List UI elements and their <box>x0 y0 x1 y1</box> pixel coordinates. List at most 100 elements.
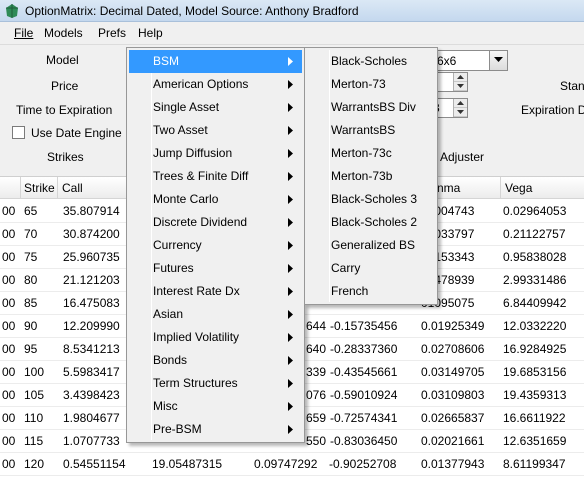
strikes-label: Strikes <box>47 150 84 164</box>
bsm-submenu-item-black-scholes-2[interactable]: Black-Scholes 2 <box>307 211 435 234</box>
models-menu-item-bonds[interactable]: Bonds <box>129 349 302 372</box>
bsm-submenu: Black-Scholes Merton-73 WarrantsBS Div Warr… <box>304 47 438 305</box>
models-menu-item-jump-diffusion[interactable]: Jump Diffusion <box>129 142 302 165</box>
row-prefix: 00 <box>2 365 16 379</box>
bsm-submenu-item-warrantsbs-div[interactable]: WarrantsBS Div <box>307 96 435 119</box>
menu-models[interactable]: Models <box>38 22 89 45</box>
bsm-submenu-item-label: Black-Scholes 2 <box>331 215 418 229</box>
row-call: 25.960735 <box>63 250 120 264</box>
models-menu-item-label: BSM <box>153 54 180 68</box>
bsm-submenu-item-merton-73b[interactable]: Merton-73b <box>307 165 435 188</box>
bsm-submenu-item-label: Black-Scholes 3 <box>331 192 418 206</box>
bsm-submenu-item-carry[interactable]: Carry <box>307 257 435 280</box>
models-menu-item-bsm[interactable]: BSM <box>129 50 302 73</box>
row-greek: 644 <box>306 319 327 333</box>
models-menu-item-label: Discrete Dividend <box>153 215 248 229</box>
bsm-submenu-item-label: Black-Scholes <box>331 54 408 68</box>
row-d2: 0.09747292 <box>254 457 318 471</box>
row-strike: 95 <box>24 342 38 356</box>
col-call[interactable]: Call <box>62 181 83 195</box>
bsm-submenu-item-black-scholes[interactable]: Black-Scholes <box>307 50 435 73</box>
models-menu-item-label: American Options <box>153 77 249 91</box>
models-menu-item-currency[interactable]: Currency <box>129 234 302 257</box>
row-prefix: 00 <box>2 411 16 425</box>
row-gamma: 0.02021661 <box>421 434 485 448</box>
chevron-right-icon <box>288 264 293 273</box>
chevron-down-icon[interactable] <box>489 51 507 70</box>
chevron-right-icon <box>288 379 293 388</box>
bsm-submenu-item-label: Merton-73c <box>331 146 392 160</box>
menu-file[interactable]: File <box>8 22 39 45</box>
models-menu-item-monte-carlo[interactable]: Monte Carlo <box>129 188 302 211</box>
bsm-submenu-item-label: Merton-73b <box>331 169 393 183</box>
chevron-right-icon <box>288 218 293 227</box>
table-row[interactable]: 00 120 0.54551154 19.05487315 0.09747292 -0.9… <box>0 453 584 476</box>
row-delta: -0.83036450 <box>330 434 398 448</box>
models-menu-item-american-options[interactable]: American Options <box>129 73 302 96</box>
row-prefix: 00 <box>2 273 16 287</box>
chevron-right-icon <box>288 241 293 250</box>
title-bar: OptionMatrix: Decimal Dated, Model Sourc… <box>0 0 584 22</box>
models-menu-item-discrete-dividend[interactable]: Discrete Dividend <box>129 211 302 234</box>
bsm-submenu-item-black-scholes-3[interactable]: Black-Scholes 3 <box>307 188 435 211</box>
row-gamma: 0.02708606 <box>421 342 485 356</box>
bsm-submenu-item-generalized-bs[interactable]: Generalized BS <box>307 234 435 257</box>
bsm-submenu-item-warrantsbs[interactable]: WarrantsBS <box>307 119 435 142</box>
chevron-right-icon <box>288 310 293 319</box>
spinner-arrows[interactable] <box>453 73 467 91</box>
use-date-engine-checkbox[interactable] <box>12 126 25 139</box>
bsm-submenu-item-label: WarrantsBS <box>331 123 396 137</box>
row-strike: 70 <box>24 227 38 241</box>
models-menu-item-term-structures[interactable]: Term Structures <box>129 372 302 395</box>
bsm-submenu-item-merton-73[interactable]: Merton-73 <box>307 73 435 96</box>
row-call: 8.5341213 <box>63 342 120 356</box>
bsm-submenu-item-french[interactable]: French <box>307 280 435 303</box>
models-menu-item-trees-finite-diff[interactable]: Trees & Finite Diff <box>129 165 302 188</box>
models-menu-item-implied-volatility[interactable]: Implied Volatility <box>129 326 302 349</box>
models-menu-item-single-asset[interactable]: Single Asset <box>129 96 302 119</box>
app-icon <box>6 4 18 18</box>
bsm-submenu-item-label: Merton-73 <box>331 77 386 91</box>
models-menu-item-misc[interactable]: Misc <box>129 395 302 418</box>
row-greek: 339 <box>306 365 327 379</box>
spinner-arrows[interactable] <box>453 99 467 117</box>
row-prefix: 00 <box>2 319 16 333</box>
row-prefix: 00 <box>2 388 16 402</box>
window-title: OptionMatrix: Decimal Dated, Model Sourc… <box>25 4 359 18</box>
row-call: 12.209990 <box>63 319 120 333</box>
row-call: 21.121203 <box>63 273 120 287</box>
row-gamma: 0.01377943 <box>421 457 485 471</box>
models-menu-item-interest-rate-dx[interactable]: Interest Rate Dx <box>129 280 302 303</box>
col-gamma[interactable]: nma <box>437 181 460 195</box>
row-prefix: 00 <box>2 296 16 310</box>
row-delta: -0.28337360 <box>330 342 398 356</box>
menu-help-label: Help <box>138 26 163 40</box>
models-menu-item-pre-bsm[interactable]: Pre-BSM <box>129 418 302 441</box>
row-call: 35.807914 <box>63 204 120 218</box>
row-prefix: 00 <box>2 204 16 218</box>
row-call: 0.54551154 <box>63 457 126 471</box>
row-prefix: 00 <box>2 250 16 264</box>
row-call: 16.475083 <box>63 296 120 310</box>
models-menu-item-two-asset[interactable]: Two Asset <box>129 119 302 142</box>
col-strike[interactable]: Strike <box>24 181 55 195</box>
row-gamma: 0.02665837 <box>421 411 485 425</box>
chevron-right-icon <box>288 103 293 112</box>
models-menu-item-label: Jump Diffusion <box>153 146 233 160</box>
menu-help[interactable]: Help <box>132 22 169 45</box>
models-menu-item-asian[interactable]: Asian <box>129 303 302 326</box>
models-menu: BSM American Options Single Asset Two Asset… <box>126 47 305 443</box>
col-vega[interactable]: Vega <box>505 181 532 195</box>
menu-prefs[interactable]: Prefs <box>92 22 132 45</box>
row-greek: 19.05487315 <box>152 457 223 471</box>
bsm-submenu-item-label: Carry <box>331 261 361 275</box>
models-menu-item-futures[interactable]: Futures <box>129 257 302 280</box>
row-delta: -0.59010924 <box>330 388 398 402</box>
models-menu-item-label: Futures <box>153 261 194 275</box>
models-menu-item-label: Term Structures <box>153 376 238 390</box>
size-combo[interactable]: 6x6 <box>432 50 508 71</box>
row-vega: 0.02964053 <box>503 204 567 218</box>
row-call: 5.5983417 <box>63 365 120 379</box>
bsm-submenu-item-merton-73c[interactable]: Merton-73c <box>307 142 435 165</box>
size-combo-value: 6x6 <box>437 54 457 68</box>
